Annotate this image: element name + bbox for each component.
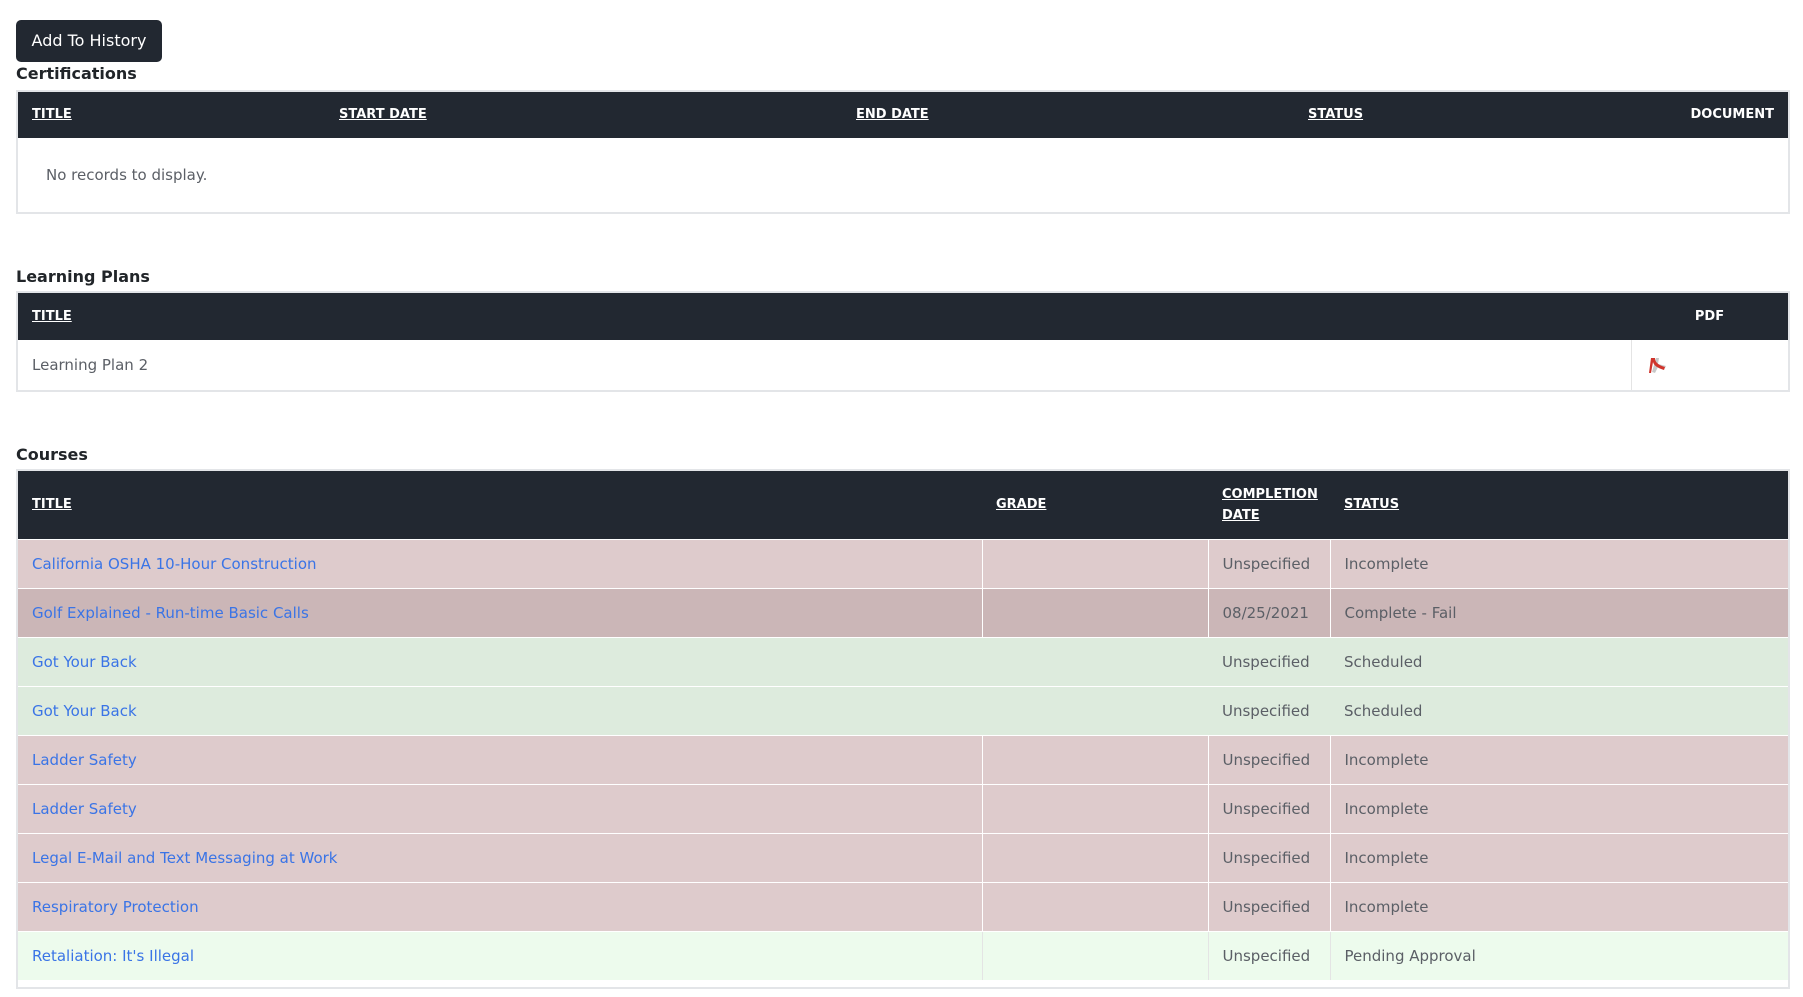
col-status[interactable]: STATUS — [1294, 92, 1563, 138]
course-title-cell: Got Your Back — [18, 636, 982, 686]
course-title-cell: Ladder Safety — [18, 783, 983, 833]
table-row: California OSHA 10-Hour Construction Uns… — [18, 538, 1788, 588]
table-row: Got Your Back Unspecified Scheduled — [18, 685, 1788, 735]
courses-grid: TITLE GRADE COMPLETION DATE STATUS Califo… — [16, 469, 1790, 989]
course-link[interactable]: Got Your Back — [32, 653, 137, 671]
course-date-cell: Unspecified — [1208, 734, 1331, 784]
course-status-cell: Incomplete — [1330, 783, 1788, 833]
course-date-cell: Unspecified — [1208, 930, 1331, 980]
col-title[interactable]: TITLE — [18, 471, 982, 539]
course-title-cell: Ladder Safety — [18, 734, 983, 784]
course-status-cell: Incomplete — [1330, 881, 1788, 931]
course-date-cell: Unspecified — [1208, 538, 1331, 588]
col-document: DOCUMENT — [1563, 92, 1788, 138]
pdf-cell — [1631, 339, 1788, 390]
pdf-icon[interactable] — [1646, 352, 1672, 378]
learning-plans-title: Learning Plans — [16, 267, 150, 286]
history-page: Add To History Certifications TITLE STAR… — [0, 0, 1803, 997]
course-link[interactable]: Legal E-Mail and Text Messaging at Work — [32, 849, 338, 867]
course-link[interactable]: Golf Explained - Run-time Basic Calls — [32, 604, 309, 622]
course-date-cell: Unspecified — [1208, 783, 1331, 833]
table-row: Respiratory Protection Unspecified Incom… — [18, 881, 1788, 931]
course-grade-cell — [982, 783, 1209, 833]
course-grade-cell — [982, 881, 1209, 931]
add-to-history-button[interactable]: Add To History — [16, 20, 162, 62]
col-end-date[interactable]: END DATE — [842, 92, 1294, 138]
learning-plan-title: Learning Plan 2 — [18, 339, 1632, 390]
course-title-cell: Golf Explained - Run-time Basic Calls — [18, 587, 983, 637]
learning-plans-header-row: TITLE PDF — [18, 293, 1788, 340]
course-status-cell: Pending Approval — [1330, 930, 1788, 980]
course-grade-cell — [982, 930, 1209, 980]
course-link[interactable]: Ladder Safety — [32, 751, 137, 769]
course-link[interactable]: Got Your Back — [32, 702, 137, 720]
table-row: Ladder Safety Unspecified Incomplete — [18, 734, 1788, 784]
course-title-cell: Got Your Back — [18, 685, 982, 735]
table-row: Learning Plan 2 — [18, 339, 1788, 390]
course-grade-cell — [982, 636, 1208, 686]
course-grade-cell — [982, 734, 1209, 784]
table-row: Legal E-Mail and Text Messaging at Work … — [18, 832, 1788, 882]
table-row: Got Your Back Unspecified Scheduled — [18, 636, 1788, 686]
course-grade-cell — [982, 685, 1208, 735]
course-grade-cell — [982, 832, 1209, 882]
course-status-cell: Complete - Fail — [1330, 587, 1788, 637]
table-row: Retaliation: It's Illegal Unspecified Pe… — [18, 930, 1788, 980]
col-pdf: PDF — [1631, 293, 1788, 340]
table-row: Golf Explained - Run-time Basic Calls 08… — [18, 587, 1788, 637]
course-status-cell: Incomplete — [1330, 734, 1788, 784]
course-status-cell: Incomplete — [1330, 832, 1788, 882]
course-date-cell: Unspecified — [1208, 685, 1330, 735]
course-status-cell: Incomplete — [1330, 538, 1788, 588]
courses-header-row: TITLE GRADE COMPLETION DATE STATUS — [18, 471, 1788, 539]
course-date-cell: Unspecified — [1208, 881, 1331, 931]
course-link[interactable]: Respiratory Protection — [32, 898, 199, 916]
col-grade[interactable]: GRADE — [982, 471, 1208, 539]
col-status[interactable]: STATUS — [1330, 471, 1788, 539]
course-date-cell: Unspecified — [1208, 832, 1331, 882]
course-grade-cell — [982, 587, 1209, 637]
course-title-cell: California OSHA 10-Hour Construction — [18, 538, 983, 588]
learning-plans-grid: TITLE PDF Learning Plan 2 — [16, 291, 1790, 392]
course-date-cell: 08/25/2021 — [1208, 587, 1331, 637]
course-status-cell: Scheduled — [1330, 636, 1788, 686]
course-link[interactable]: Ladder Safety — [32, 800, 137, 818]
certifications-title: Certifications — [16, 64, 137, 83]
course-grade-cell — [982, 538, 1209, 588]
course-status-cell: Scheduled — [1330, 685, 1788, 735]
course-title-cell: Retaliation: It's Illegal — [18, 930, 983, 980]
table-row: Ladder Safety Unspecified Incomplete — [18, 783, 1788, 833]
course-date-cell: Unspecified — [1208, 636, 1330, 686]
col-title[interactable]: TITLE — [18, 293, 1631, 340]
course-link[interactable]: Retaliation: It's Illegal — [32, 947, 194, 965]
course-title-cell: Legal E-Mail and Text Messaging at Work — [18, 832, 983, 882]
certifications-header-row: TITLE START DATE END DATE STATUS DOCUMEN… — [18, 92, 1788, 138]
certifications-grid: TITLE START DATE END DATE STATUS DOCUMEN… — [16, 90, 1790, 214]
col-title[interactable]: TITLE — [18, 92, 325, 138]
col-completion-date[interactable]: COMPLETION DATE — [1208, 471, 1330, 539]
course-link[interactable]: California OSHA 10-Hour Construction — [32, 555, 317, 573]
col-start-date[interactable]: START DATE — [325, 92, 842, 138]
no-records-message: No records to display. — [18, 137, 1788, 212]
courses-title: Courses — [16, 445, 88, 464]
course-title-cell: Respiratory Protection — [18, 881, 983, 931]
